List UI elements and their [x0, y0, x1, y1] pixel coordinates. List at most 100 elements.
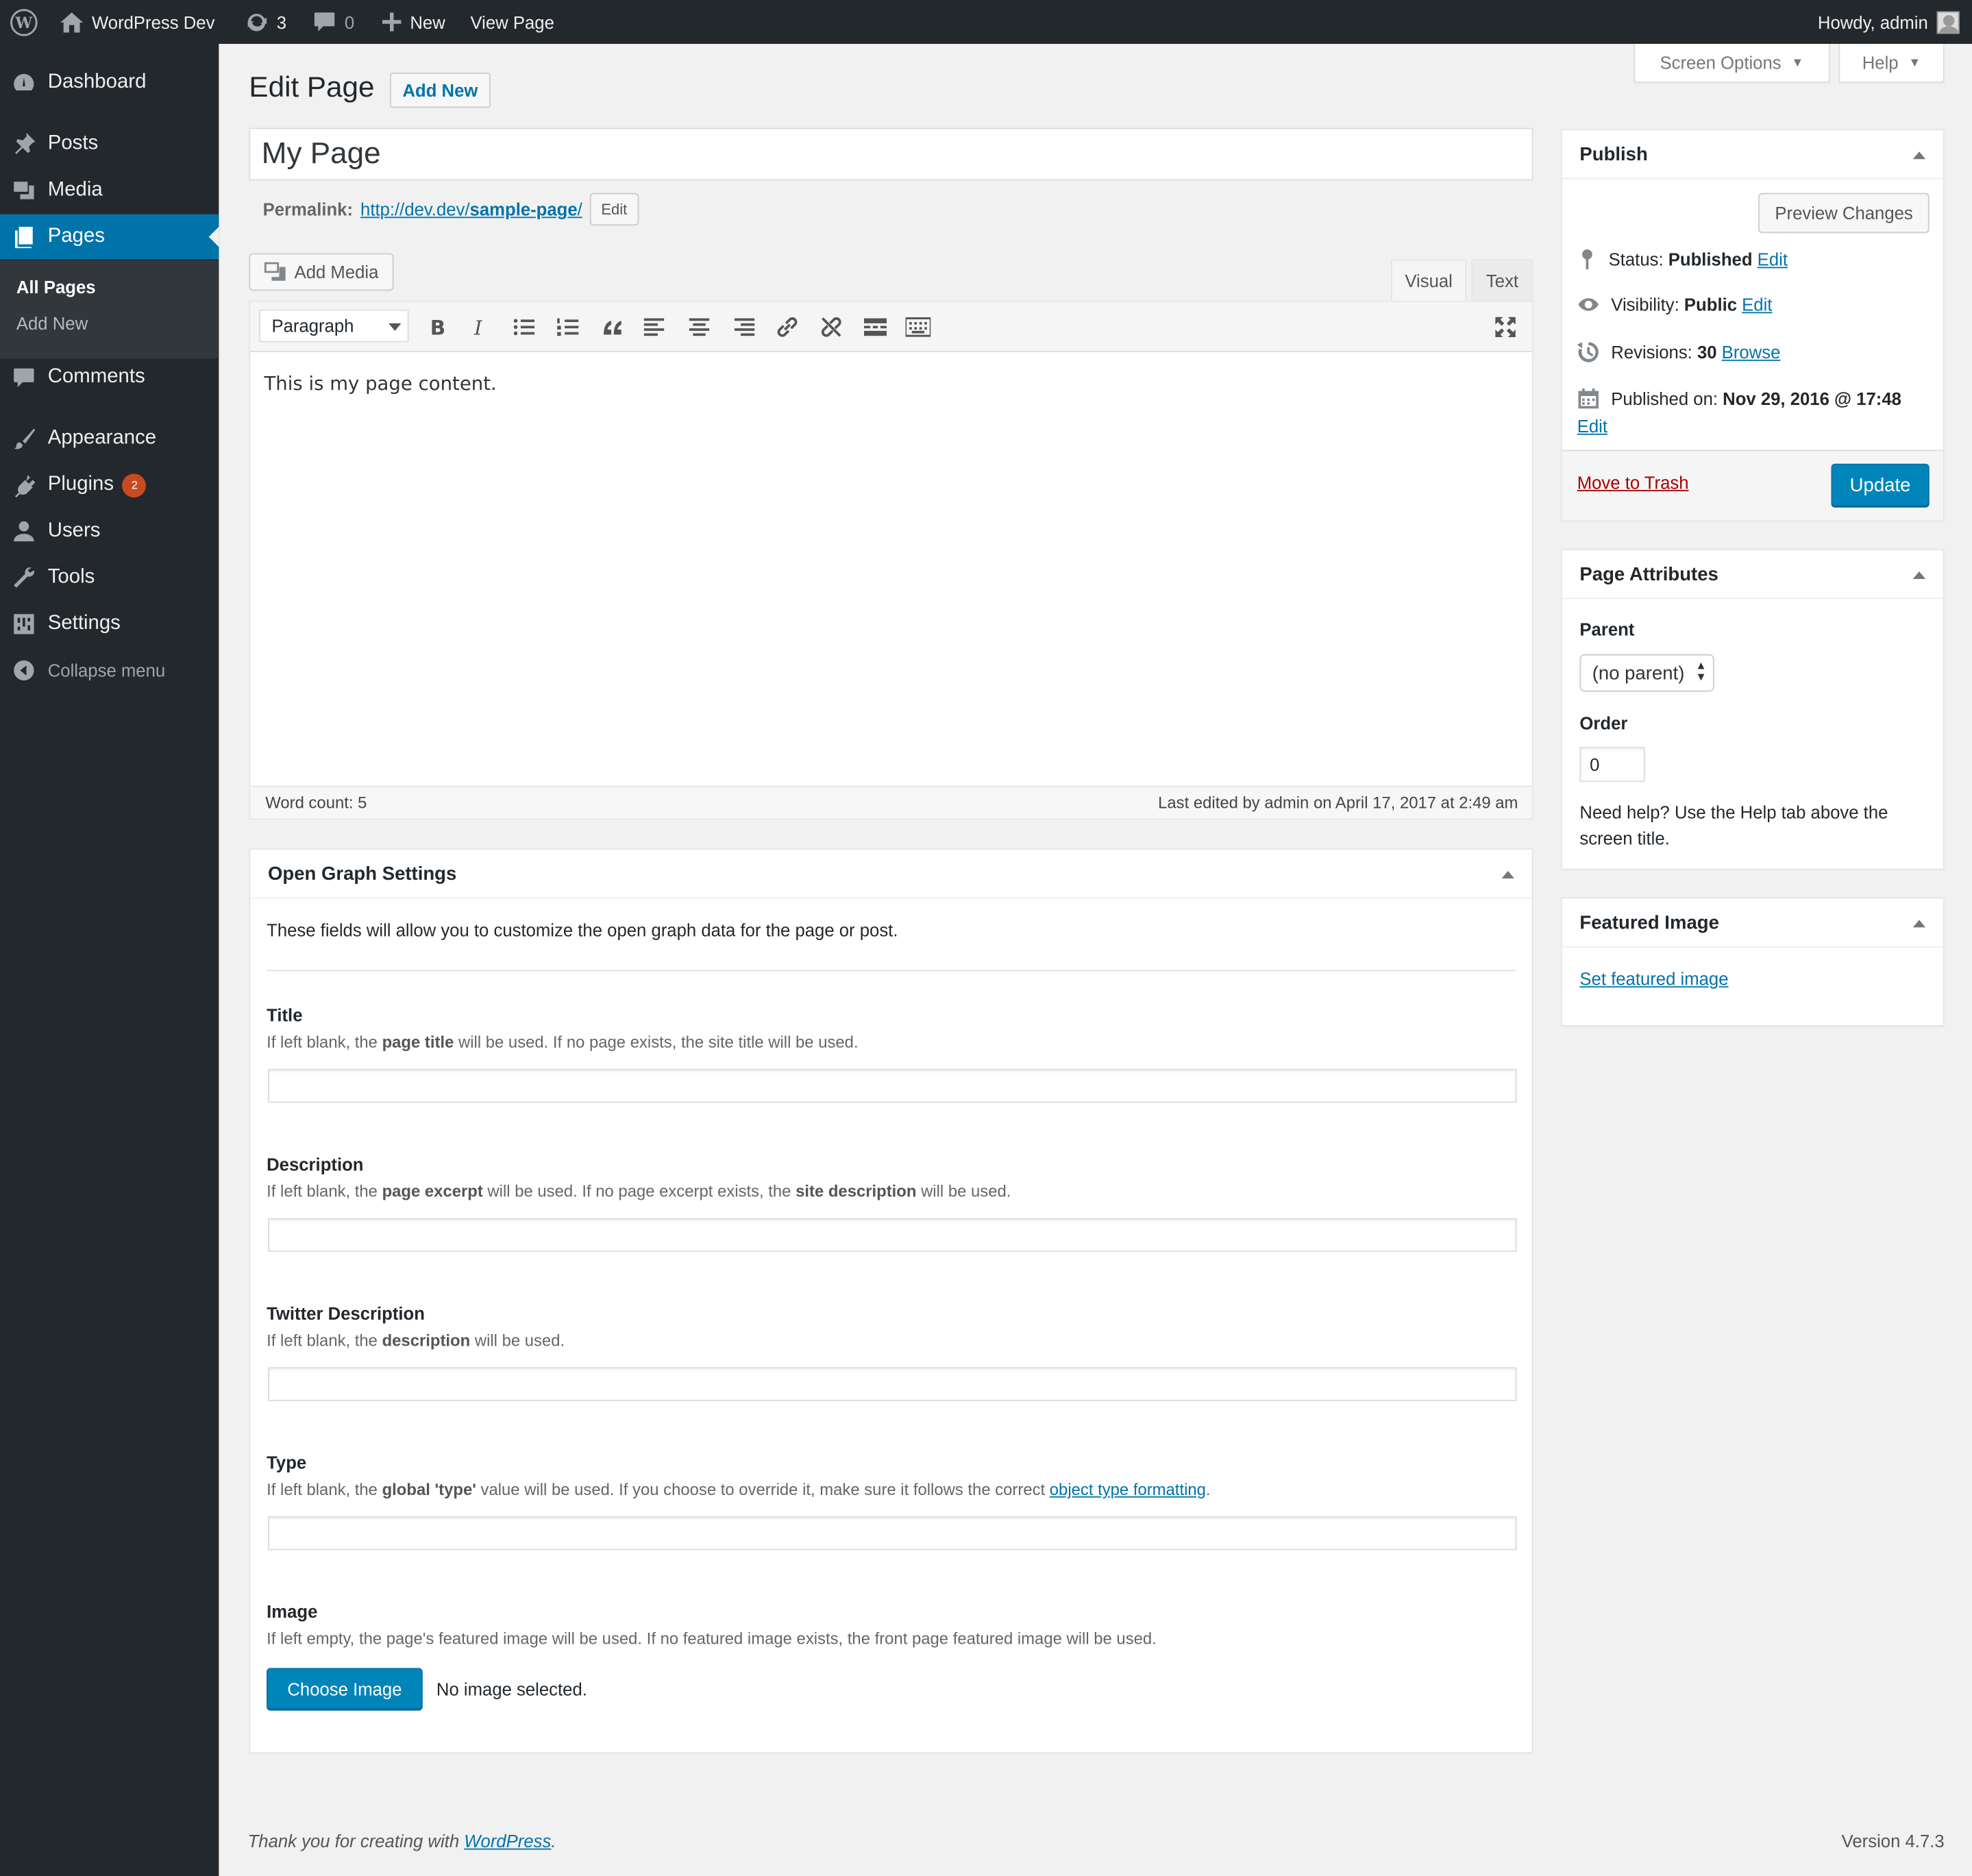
postbox-header[interactable]: Featured Image [1562, 898, 1943, 948]
comments-count: 0 [344, 12, 355, 32]
svg-text:B: B [430, 317, 445, 337]
tab-text[interactable]: Text [1471, 259, 1533, 301]
browse-revisions-link[interactable]: Browse [1722, 342, 1781, 362]
toolbar-toggle-button[interactable] [903, 312, 933, 342]
screen-options-button[interactable]: Screen Options ▼ [1634, 44, 1830, 83]
bold-button[interactable]: B [421, 312, 452, 342]
update-button[interactable]: Update [1831, 463, 1930, 506]
og-type-input[interactable] [267, 1516, 1517, 1551]
edit-permalink-button[interactable]: Edit [589, 193, 639, 226]
align-right-button[interactable] [728, 312, 759, 342]
desc-bold: description [382, 1331, 471, 1350]
choose-image-button[interactable]: Choose Image [267, 1668, 423, 1710]
menu-item-pages[interactable]: Pages [0, 214, 219, 260]
help-button[interactable]: Help ▼ [1838, 44, 1945, 83]
view-page-link[interactable]: View Page [470, 0, 554, 44]
parent-select[interactable]: (no parent) ▲ ▼ [1579, 654, 1714, 692]
align-center-button[interactable] [685, 312, 715, 342]
publish-heading: Publish [1579, 143, 1648, 165]
menu-item-posts[interactable]: Posts [0, 121, 219, 166]
post-title-input[interactable]: My Page [249, 127, 1533, 181]
menu-item-media[interactable]: Media [0, 168, 219, 213]
status-value: Published [1668, 249, 1753, 270]
published-label: Published on: [1611, 388, 1723, 409]
format-select[interactable]: Paragraph [259, 309, 409, 343]
parent-label: Parent [1579, 619, 1635, 639]
fullscreen-icon[interactable] [1490, 312, 1520, 342]
add-new-button[interactable]: Add New [390, 73, 491, 108]
new-content-link[interactable]: New [382, 0, 445, 44]
submenu-add-new[interactable]: Add New [16, 313, 88, 333]
footer-version: Version 4.7.3 [1841, 1831, 1945, 1851]
permalink-label: Permalink: [262, 199, 354, 220]
italic-button[interactable]: I [464, 312, 494, 342]
menu-item-settings[interactable]: Settings [0, 602, 219, 647]
menu-item-tools[interactable]: Tools [0, 555, 219, 600]
set-featured-image-link[interactable]: Set featured image [1579, 969, 1728, 989]
collapse-arrow-icon[interactable] [1912, 920, 1926, 928]
site-name: WordPress Dev [91, 12, 215, 32]
wordpress-logo-icon[interactable]: W [10, 0, 38, 44]
collapse-menu-button[interactable]: Collapse menu [0, 648, 219, 693]
og-title-label: Title [267, 1004, 303, 1026]
revisions-label: Revisions: [1611, 342, 1697, 362]
menu-label: Tools [47, 566, 95, 588]
menu-item-appearance[interactable]: Appearance [0, 416, 219, 461]
menu-item-dashboard[interactable]: Dashboard [0, 60, 219, 106]
postbox-header[interactable]: Page Attributes [1562, 550, 1943, 600]
collapse-arrow-icon[interactable] [1912, 151, 1926, 160]
bullet-list-button[interactable] [509, 312, 539, 342]
permalink-link[interactable]: http://dev.dev/sample-page/ [360, 199, 582, 219]
og-title-input[interactable] [267, 1069, 1517, 1103]
move-to-trash-link[interactable]: Move to Trash [1577, 473, 1689, 493]
preview-changes-button[interactable]: Preview Changes [1758, 193, 1930, 234]
edit-status-link[interactable]: Edit [1758, 249, 1788, 269]
comments-link[interactable]: 0 [313, 0, 354, 44]
menu-item-comments[interactable]: Comments [0, 355, 219, 400]
postbox-header[interactable]: Open Graph Settings [250, 850, 1532, 899]
object-type-link[interactable]: object type formatting [1050, 1480, 1206, 1498]
og-heading: Open Graph Settings [267, 863, 457, 885]
edit-date-link[interactable]: Edit [1577, 416, 1607, 436]
og-title-description: If left blank, the page title will be us… [267, 1033, 858, 1051]
menu-item-users[interactable]: Users [0, 509, 219, 554]
og-description-label: Description [267, 1154, 364, 1174]
insert-link-button[interactable] [772, 312, 802, 342]
numbered-list-button[interactable] [554, 312, 584, 342]
collapse-arrow-icon[interactable] [1501, 871, 1514, 879]
tab-visual[interactable]: Visual [1391, 259, 1467, 301]
parent-select-value: (no parent) [1592, 662, 1685, 684]
menu-label: Media [47, 179, 103, 201]
word-count: Word count: 5 [265, 793, 367, 813]
add-media-button[interactable]: Add Media [249, 253, 394, 291]
site-name-link[interactable]: WordPress Dev [60, 0, 214, 44]
media-icon [264, 262, 286, 281]
align-left-button[interactable] [640, 312, 670, 342]
blockquote-button[interactable] [597, 312, 628, 342]
collapse-arrow-icon[interactable] [1912, 571, 1926, 579]
og-description-input[interactable] [267, 1218, 1517, 1252]
pin-icon [0, 132, 48, 157]
wordpress-link[interactable]: WordPress [464, 1831, 551, 1851]
og-twitter-input[interactable] [267, 1367, 1517, 1401]
desc-text: will be used. If no page exists, the sit… [454, 1033, 859, 1052]
desc-text: If left blank, the [267, 1331, 382, 1350]
edit-visibility-link[interactable]: Edit [1742, 295, 1772, 314]
plug-icon [0, 473, 48, 498]
menu-label: Users [47, 520, 101, 542]
eye-icon [1578, 298, 1599, 311]
desc-text: will be used. If no page excerpt exists,… [482, 1181, 796, 1201]
select-arrows-icon: ▲ ▼ [1695, 659, 1707, 683]
editor-content[interactable]: This is my page content. [264, 372, 496, 395]
menu-item-plugins[interactable]: Plugins 2 [0, 462, 219, 508]
postbox-header[interactable]: Publish [1562, 130, 1943, 180]
wp-admin-root: W WordPress Dev 3 0 New View Page Howdy,… [0, 0, 1972, 1876]
my-account-link[interactable]: Howdy, admin [1818, 0, 1960, 44]
order-input[interactable]: 0 [1579, 747, 1645, 782]
submenu-all-pages[interactable]: All Pages [16, 277, 96, 297]
read-more-button[interactable] [860, 312, 890, 342]
updates-link[interactable]: 3 [245, 0, 286, 44]
revisions-row: Revisions: 30 Browse [1577, 341, 1781, 363]
unlink-button[interactable] [816, 312, 846, 342]
desc-text: If left blank, the [267, 1181, 382, 1201]
